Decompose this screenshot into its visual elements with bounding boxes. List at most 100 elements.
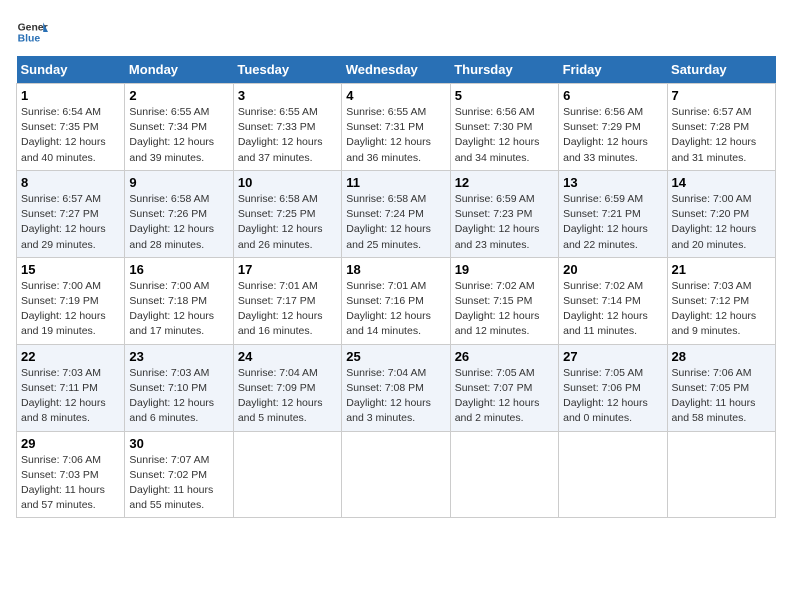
header-sunday: Sunday — [17, 56, 125, 84]
day-number: 27 — [563, 349, 662, 364]
day-info: Sunrise: 6:58 AMSunset: 7:26 PMDaylight:… — [129, 192, 228, 253]
day-number: 16 — [129, 262, 228, 277]
day-number: 18 — [346, 262, 445, 277]
day-number: 2 — [129, 88, 228, 103]
calendar-cell: 3 Sunrise: 6:55 AMSunset: 7:33 PMDaylight… — [233, 84, 341, 171]
header-thursday: Thursday — [450, 56, 558, 84]
day-number: 7 — [672, 88, 771, 103]
day-info: Sunrise: 6:56 AMSunset: 7:29 PMDaylight:… — [563, 105, 662, 166]
day-info: Sunrise: 6:59 AMSunset: 7:23 PMDaylight:… — [455, 192, 554, 253]
calendar-cell: 26Sunrise: 7:05 AMSunset: 7:07 PMDayligh… — [450, 344, 558, 431]
week-row-4: 22Sunrise: 7:03 AMSunset: 7:11 PMDayligh… — [17, 344, 776, 431]
calendar-cell: 27 Sunrise: 7:05 AMSunset: 7:06 PMDayligh… — [559, 344, 667, 431]
svg-text:Blue: Blue — [18, 34, 41, 45]
calendar-cell: 22Sunrise: 7:03 AMSunset: 7:11 PMDayligh… — [17, 344, 125, 431]
calendar-cell: 21Sunrise: 7:03 AMSunset: 7:12 PMDayligh… — [667, 257, 775, 344]
day-number: 1 — [21, 88, 120, 103]
day-number: 4 — [346, 88, 445, 103]
calendar-cell — [667, 431, 775, 518]
header-wednesday: Wednesday — [342, 56, 450, 84]
calendar-cell: 18 Sunrise: 7:01 AMSunset: 7:16 PMDayligh… — [342, 257, 450, 344]
calendar-cell: 13Sunrise: 6:59 AMSunset: 7:21 PMDayligh… — [559, 170, 667, 257]
day-info: Sunrise: 7:00 AMSunset: 7:18 PMDaylight:… — [129, 279, 228, 340]
day-info: Sunrise: 7:01 AMSunset: 7:17 PMDaylight:… — [238, 279, 337, 340]
day-info: Sunrise: 7:05 AMSunset: 7:06 PMDaylight:… — [563, 366, 662, 427]
calendar-cell: 29Sunrise: 7:06 AMSunset: 7:03 PMDayligh… — [17, 431, 125, 518]
day-number: 20 — [563, 262, 662, 277]
day-info: Sunrise: 7:01 AMSunset: 7:16 PMDaylight:… — [346, 279, 445, 340]
day-info: Sunrise: 7:06 AMSunset: 7:05 PMDaylight:… — [672, 366, 771, 427]
day-info: Sunrise: 7:00 AMSunset: 7:19 PMDaylight:… — [21, 279, 120, 340]
day-number: 17 — [238, 262, 337, 277]
calendar-cell: 8 Sunrise: 6:57 AMSunset: 7:27 PMDaylight… — [17, 170, 125, 257]
day-info: Sunrise: 6:55 AMSunset: 7:33 PMDaylight:… — [238, 105, 337, 166]
calendar-cell: 9Sunrise: 6:58 AMSunset: 7:26 PMDaylight… — [125, 170, 233, 257]
logo: General Blue — [16, 16, 48, 48]
day-info: Sunrise: 7:03 AMSunset: 7:10 PMDaylight:… — [129, 366, 228, 427]
day-info: Sunrise: 7:02 AMSunset: 7:15 PMDaylight:… — [455, 279, 554, 340]
logo-icon: General Blue — [16, 16, 48, 48]
calendar-cell: 2 Sunrise: 6:55 AMSunset: 7:34 PMDaylight… — [125, 84, 233, 171]
day-number: 23 — [129, 349, 228, 364]
day-info: Sunrise: 6:59 AMSunset: 7:21 PMDaylight:… — [563, 192, 662, 253]
week-row-2: 8 Sunrise: 6:57 AMSunset: 7:27 PMDaylight… — [17, 170, 776, 257]
page-header: General Blue — [16, 16, 776, 48]
day-info: Sunrise: 6:55 AMSunset: 7:34 PMDaylight:… — [129, 105, 228, 166]
day-info: Sunrise: 6:55 AMSunset: 7:31 PMDaylight:… — [346, 105, 445, 166]
day-number: 19 — [455, 262, 554, 277]
calendar-cell: 11 Sunrise: 6:58 AMSunset: 7:24 PMDayligh… — [342, 170, 450, 257]
day-info: Sunrise: 7:07 AMSunset: 7:02 PMDaylight:… — [129, 453, 228, 514]
calendar-cell: 30 Sunrise: 7:07 AMSunset: 7:02 PMDayligh… — [125, 431, 233, 518]
day-number: 10 — [238, 175, 337, 190]
calendar-cell: 17 Sunrise: 7:01 AMSunset: 7:17 PMDayligh… — [233, 257, 341, 344]
calendar-cell: 25 Sunrise: 7:04 AMSunset: 7:08 PMDayligh… — [342, 344, 450, 431]
calendar-cell: 24 Sunrise: 7:04 AMSunset: 7:09 PMDayligh… — [233, 344, 341, 431]
day-number: 21 — [672, 262, 771, 277]
day-info: Sunrise: 6:58 AMSunset: 7:25 PMDaylight:… — [238, 192, 337, 253]
header-saturday: Saturday — [667, 56, 775, 84]
calendar-cell: 14 Sunrise: 7:00 AMSunset: 7:20 PMDayligh… — [667, 170, 775, 257]
day-info: Sunrise: 6:57 AMSunset: 7:28 PMDaylight:… — [672, 105, 771, 166]
calendar-cell: 28 Sunrise: 7:06 AMSunset: 7:05 PMDayligh… — [667, 344, 775, 431]
header-friday: Friday — [559, 56, 667, 84]
day-info: Sunrise: 6:57 AMSunset: 7:27 PMDaylight:… — [21, 192, 120, 253]
calendar-cell: 6 Sunrise: 6:56 AMSunset: 7:29 PMDaylight… — [559, 84, 667, 171]
day-number: 3 — [238, 88, 337, 103]
day-info: Sunrise: 7:02 AMSunset: 7:14 PMDaylight:… — [563, 279, 662, 340]
calendar-cell — [559, 431, 667, 518]
day-number: 15 — [21, 262, 120, 277]
calendar-cell — [342, 431, 450, 518]
day-number: 14 — [672, 175, 771, 190]
calendar-cell: 7 Sunrise: 6:57 AMSunset: 7:28 PMDaylight… — [667, 84, 775, 171]
day-info: Sunrise: 6:56 AMSunset: 7:30 PMDaylight:… — [455, 105, 554, 166]
day-number: 28 — [672, 349, 771, 364]
day-info: Sunrise: 7:04 AMSunset: 7:09 PMDaylight:… — [238, 366, 337, 427]
calendar-cell: 16 Sunrise: 7:00 AMSunset: 7:18 PMDayligh… — [125, 257, 233, 344]
calendar-table: SundayMondayTuesdayWednesdayThursdayFrid… — [16, 56, 776, 518]
week-row-1: 1Sunrise: 6:54 AMSunset: 7:35 PMDaylight… — [17, 84, 776, 171]
calendar-header-row: SundayMondayTuesdayWednesdayThursdayFrid… — [17, 56, 776, 84]
calendar-cell: 10 Sunrise: 6:58 AMSunset: 7:25 PMDayligh… — [233, 170, 341, 257]
day-number: 24 — [238, 349, 337, 364]
day-number: 26 — [455, 349, 554, 364]
calendar-cell: 19 Sunrise: 7:02 AMSunset: 7:15 PMDayligh… — [450, 257, 558, 344]
day-number: 6 — [563, 88, 662, 103]
calendar-cell — [233, 431, 341, 518]
day-info: Sunrise: 7:00 AMSunset: 7:20 PMDaylight:… — [672, 192, 771, 253]
header-tuesday: Tuesday — [233, 56, 341, 84]
calendar-cell: 4 Sunrise: 6:55 AMSunset: 7:31 PMDaylight… — [342, 84, 450, 171]
day-number: 11 — [346, 175, 445, 190]
header-monday: Monday — [125, 56, 233, 84]
day-info: Sunrise: 7:04 AMSunset: 7:08 PMDaylight:… — [346, 366, 445, 427]
calendar-cell: 20 Sunrise: 7:02 AMSunset: 7:14 PMDayligh… — [559, 257, 667, 344]
day-number: 12 — [455, 175, 554, 190]
day-number: 30 — [129, 436, 228, 451]
day-number: 25 — [346, 349, 445, 364]
week-row-3: 15 Sunrise: 7:00 AMSunset: 7:19 PMDayligh… — [17, 257, 776, 344]
day-number: 5 — [455, 88, 554, 103]
day-number: 29 — [21, 436, 120, 451]
day-info: Sunrise: 6:58 AMSunset: 7:24 PMDaylight:… — [346, 192, 445, 253]
calendar-cell — [450, 431, 558, 518]
calendar-cell: 5 Sunrise: 6:56 AMSunset: 7:30 PMDaylight… — [450, 84, 558, 171]
day-number: 8 — [21, 175, 120, 190]
